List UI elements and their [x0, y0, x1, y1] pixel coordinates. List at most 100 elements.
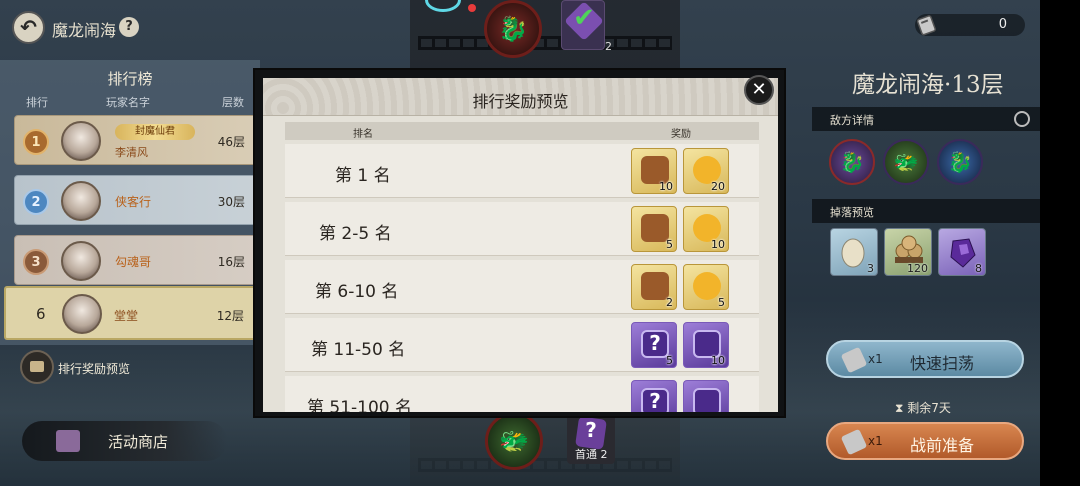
col-rank: 排名 — [353, 129, 373, 140]
notification-dot-icon — [468, 4, 476, 12]
reward-count: 2 — [666, 296, 673, 309]
my-rank: 6 — [36, 305, 46, 323]
ticket-icon — [916, 15, 936, 36]
drop-count: 3 — [867, 262, 874, 275]
modal-header: 排行奖励预览 — [263, 78, 778, 116]
cleared-badge[interactable]: ✔ 2 — [561, 0, 612, 53]
my-ranking-row[interactable]: 6 堂堂 12层 — [4, 286, 260, 340]
dragon-icon: 🐉 — [839, 150, 865, 174]
question-icon: ? — [649, 389, 661, 412]
col-floor: 层数 — [222, 96, 244, 109]
gold-reward-item[interactable]: 2 — [631, 264, 677, 310]
player-name: 李清风 — [115, 146, 148, 159]
reward-row: 第 11-50 名? 5 10 — [285, 318, 759, 372]
sweep-label: 快速扫荡 — [910, 354, 975, 373]
hourglass-icon: ⧗ — [895, 401, 904, 415]
check-icon: ✔ — [573, 3, 595, 33]
purple-reward-item[interactable]: ? 5 — [631, 322, 677, 368]
paw-gem-icon — [693, 388, 721, 412]
reward-count: 5 — [666, 354, 673, 367]
ranking-row[interactable]: 2 侠客行 30层 — [14, 175, 260, 225]
event-shop-button[interactable]: 活动商店 — [22, 421, 227, 461]
reward-row: 第 1 名 10 20 — [285, 144, 759, 198]
reward-count: 5 — [666, 238, 673, 251]
dragon-token-icon — [641, 272, 669, 300]
ranking-row[interactable]: 3 勾魂哥 16层 — [14, 235, 260, 285]
purple-reward-item[interactable] — [683, 380, 729, 412]
drop-section-bar: 掉落预览 — [812, 199, 1040, 223]
battle-prepare-button[interactable]: x1 战前准备 — [826, 422, 1024, 460]
back-button[interactable]: ↶ — [12, 11, 45, 44]
reward-rank: 第 51-100 名 — [307, 398, 413, 412]
reward-count: 10 — [659, 180, 673, 193]
quick-sweep-button[interactable]: x1 快速扫荡 — [826, 340, 1024, 378]
drop-count: 8 — [975, 262, 982, 275]
avatar — [61, 121, 101, 161]
reward-row: 第 51-100 名? — [285, 376, 759, 412]
reward-row: 第 6-10 名 2 5 — [285, 260, 759, 314]
gold-reward-item[interactable]: 5 — [631, 206, 677, 252]
page-title: 魔龙闹海 — [52, 21, 117, 40]
reward-rank: 第 2-5 名 — [319, 224, 392, 244]
gold-reward-item[interactable]: 10 — [631, 148, 677, 194]
dragon-icon: 🐉 — [498, 15, 528, 43]
reward-count: 5 — [718, 296, 725, 309]
close-button[interactable]: ✕ — [744, 75, 774, 105]
enemy-section-title: 敌方详情 — [830, 114, 874, 127]
screen-edge — [1040, 0, 1080, 486]
remaining-time: ⧗ 剩余7天 — [895, 401, 951, 415]
gold-reward-item[interactable]: 5 — [683, 264, 729, 310]
enemy-portrait[interactable]: 🐉 — [829, 139, 875, 185]
ranking-header: 排行 玩家名字 层数 — [0, 92, 260, 110]
player-name: 勾魂哥 — [115, 255, 152, 269]
gold-reward-item[interactable]: 20 — [683, 148, 729, 194]
drop-item[interactable]: 3 — [830, 228, 878, 276]
player-floor: 46层 — [217, 135, 245, 149]
avatar — [61, 241, 101, 281]
ticket-icon — [840, 346, 868, 374]
col-player-name: 玩家名字 — [106, 96, 150, 109]
player-name: 侠客行 — [115, 195, 152, 209]
ranking-title: 排行榜 — [107, 70, 153, 88]
shop-icon — [56, 430, 80, 452]
currency-display: 0 — [915, 14, 1025, 36]
reward-rank: 第 1 名 — [335, 166, 391, 186]
gold-reward-item[interactable]: 10 — [683, 206, 729, 252]
help-icon[interactable]: ? — [119, 17, 139, 37]
sweep-multiplier: x1 — [868, 352, 883, 366]
magnifier-icon[interactable] — [1014, 111, 1030, 127]
ranking-row[interactable]: 1 封魔仙君 李清风 46层 — [14, 115, 260, 165]
question-icon: ? — [585, 418, 597, 442]
drop-item[interactable]: 8 — [938, 228, 986, 276]
reward-preview-label: 排行奖励预览 — [58, 362, 131, 376]
chest-icon — [20, 350, 54, 384]
enemy-portrait[interactable]: 🐉 — [937, 139, 983, 185]
tower-railing — [418, 36, 672, 50]
first-clear-reward[interactable]: ? 首通 2 — [567, 414, 615, 464]
reward-count: 20 — [711, 180, 725, 193]
boss-portrait-top[interactable]: 🐉 — [484, 0, 542, 58]
modal-column-header: 排名 奖励 — [285, 122, 759, 140]
dragon-icon: 🐉 — [947, 150, 973, 174]
player-floor: 30层 — [217, 195, 245, 209]
dragon-icon: 🐲 — [893, 150, 919, 174]
reward-row: 第 2-5 名 5 10 — [285, 202, 759, 256]
gold-medal-icon: 1 — [23, 129, 49, 155]
purple-reward-item[interactable]: 10 — [683, 322, 729, 368]
avatar — [62, 294, 102, 334]
drop-section-title: 掉落预览 — [830, 206, 874, 219]
purple-reward-item[interactable]: ? — [631, 380, 677, 412]
col-reward: 奖励 — [671, 129, 691, 140]
question-icon: ? — [649, 331, 661, 355]
prepare-multiplier: x1 — [868, 434, 883, 448]
drop-count: 120 — [907, 262, 928, 275]
enemy-portrait[interactable]: 🐲 — [883, 139, 929, 185]
boss-portrait-bottom[interactable]: 🐲 — [485, 412, 543, 470]
currency-value: 0 — [998, 17, 1007, 32]
reward-preview-modal: 排行奖励预览 排名 奖励 第 1 名 10 20 第 2-5 名 5 10 第 6-10 名… — [253, 68, 786, 418]
silver-medal-icon: 2 — [23, 189, 49, 215]
drop-item[interactable]: 120 — [884, 228, 932, 276]
dragon-token-icon — [641, 214, 669, 242]
enemy-section-bar: 敌方详情 — [812, 107, 1040, 131]
reward-count: 10 — [711, 354, 725, 367]
